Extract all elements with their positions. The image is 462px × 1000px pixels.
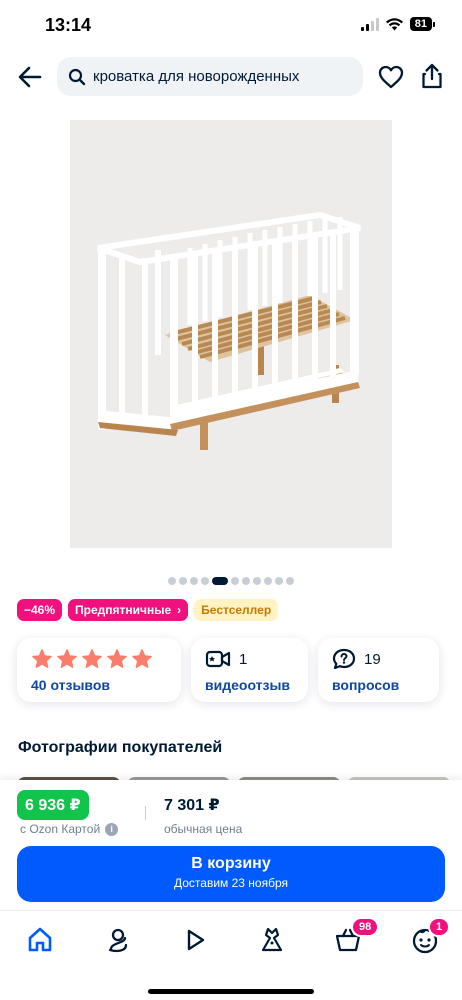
signal-icon xyxy=(360,17,379,31)
bottom-tab-bar: 98 1 xyxy=(0,910,462,1000)
header: кроватка для новорожденных xyxy=(0,57,462,97)
wifi-icon xyxy=(385,17,403,30)
question-bubble-icon xyxy=(332,648,356,670)
gallery-dot-active[interactable] xyxy=(212,577,228,585)
video-review-label: видеоотзыв xyxy=(205,677,291,693)
status-icons: 81 xyxy=(360,17,436,31)
heart-icon[interactable] xyxy=(378,64,404,90)
rating-card[interactable]: 40 отзывов xyxy=(17,638,181,702)
section-title-customer-photos: Фотографии покупателей xyxy=(18,739,223,756)
discount-badge: −46% xyxy=(17,599,63,621)
gallery-dot[interactable] xyxy=(168,577,176,585)
ozon-card-caption: с Ozon Картой i xyxy=(20,822,119,836)
questions-count: 19 xyxy=(364,650,381,668)
home-indicator xyxy=(148,989,314,994)
search-icon xyxy=(68,68,86,85)
gallery-dot[interactable] xyxy=(264,577,272,585)
search-query: кроватка для новорожденных xyxy=(93,68,300,85)
battery-icon: 81 xyxy=(409,17,436,31)
star-icon xyxy=(82,649,102,668)
catalog-icon[interactable] xyxy=(103,925,133,955)
product-image[interactable] xyxy=(70,120,392,548)
dress-icon[interactable] xyxy=(257,925,287,955)
add-to-cart-label: В корзину xyxy=(191,855,271,872)
gallery-dot[interactable] xyxy=(242,577,250,585)
buy-panel: 6 936 ₽ с Ozon Картой i 7 301 ₽ обычная … xyxy=(0,780,462,910)
crib-illustration xyxy=(97,211,361,450)
gallery-dot[interactable] xyxy=(231,577,239,585)
back-arrow-icon[interactable] xyxy=(16,63,44,91)
reviews-link: 40 отзывов xyxy=(31,677,111,693)
gallery-dot[interactable] xyxy=(253,577,261,585)
promo-label: Предпятничные xyxy=(75,603,172,617)
share-icon[interactable] xyxy=(420,62,444,90)
profile-badge: 1 xyxy=(428,917,451,937)
questions-card[interactable]: 19 вопросов xyxy=(318,638,439,702)
add-to-cart-button[interactable]: В корзину Доставим 23 ноября xyxy=(17,846,445,902)
info-icon[interactable]: i xyxy=(105,822,119,836)
search-input[interactable]: кроватка для новорожденных xyxy=(57,57,363,96)
star-icon xyxy=(107,649,127,668)
regular-price-caption: обычная цена xyxy=(164,822,243,836)
stats-row: 40 отзывов 1 видеоотзыв 19 вопросов xyxy=(17,638,439,702)
badges: −46% Предпятничные › Бестселлер xyxy=(17,599,279,621)
cart-count-badge: 98 xyxy=(351,917,380,937)
gallery-dot[interactable] xyxy=(201,577,209,585)
star-icon xyxy=(57,649,77,668)
status-bar: 13:14 81 xyxy=(0,0,462,52)
profile-tab[interactable]: 1 xyxy=(410,917,451,955)
play-icon[interactable] xyxy=(180,925,210,955)
questions-label: вопросов xyxy=(332,677,400,693)
regular-price: 7 301 ₽ xyxy=(164,797,220,814)
ozon-card-caption-text: с Ozon Картой xyxy=(20,822,101,836)
promo-badge[interactable]: Предпятничные › xyxy=(68,599,189,621)
video-count: 1 xyxy=(239,650,248,668)
video-review-card[interactable]: 1 видеоотзыв xyxy=(191,638,308,702)
delivery-date: Доставим 23 ноября xyxy=(173,876,289,890)
gallery-dot[interactable] xyxy=(275,577,283,585)
bestseller-badge: Бестселлер xyxy=(194,599,279,621)
star-icon xyxy=(132,649,152,668)
chevron-right-icon: › xyxy=(177,603,182,617)
home-icon[interactable] xyxy=(25,925,55,955)
video-camera-icon xyxy=(205,650,231,668)
ozon-card-price: 6 936 ₽ xyxy=(17,790,89,820)
price-divider xyxy=(145,806,146,820)
gallery-dot[interactable] xyxy=(190,577,198,585)
cart-tab[interactable]: 98 xyxy=(333,917,380,955)
star-icon xyxy=(32,649,52,668)
rating-stars xyxy=(31,648,167,670)
gallery-dot[interactable] xyxy=(286,577,294,585)
gallery-dot[interactable] xyxy=(179,577,187,585)
status-time: 13:14 xyxy=(45,15,92,35)
gallery-dots xyxy=(0,577,462,585)
